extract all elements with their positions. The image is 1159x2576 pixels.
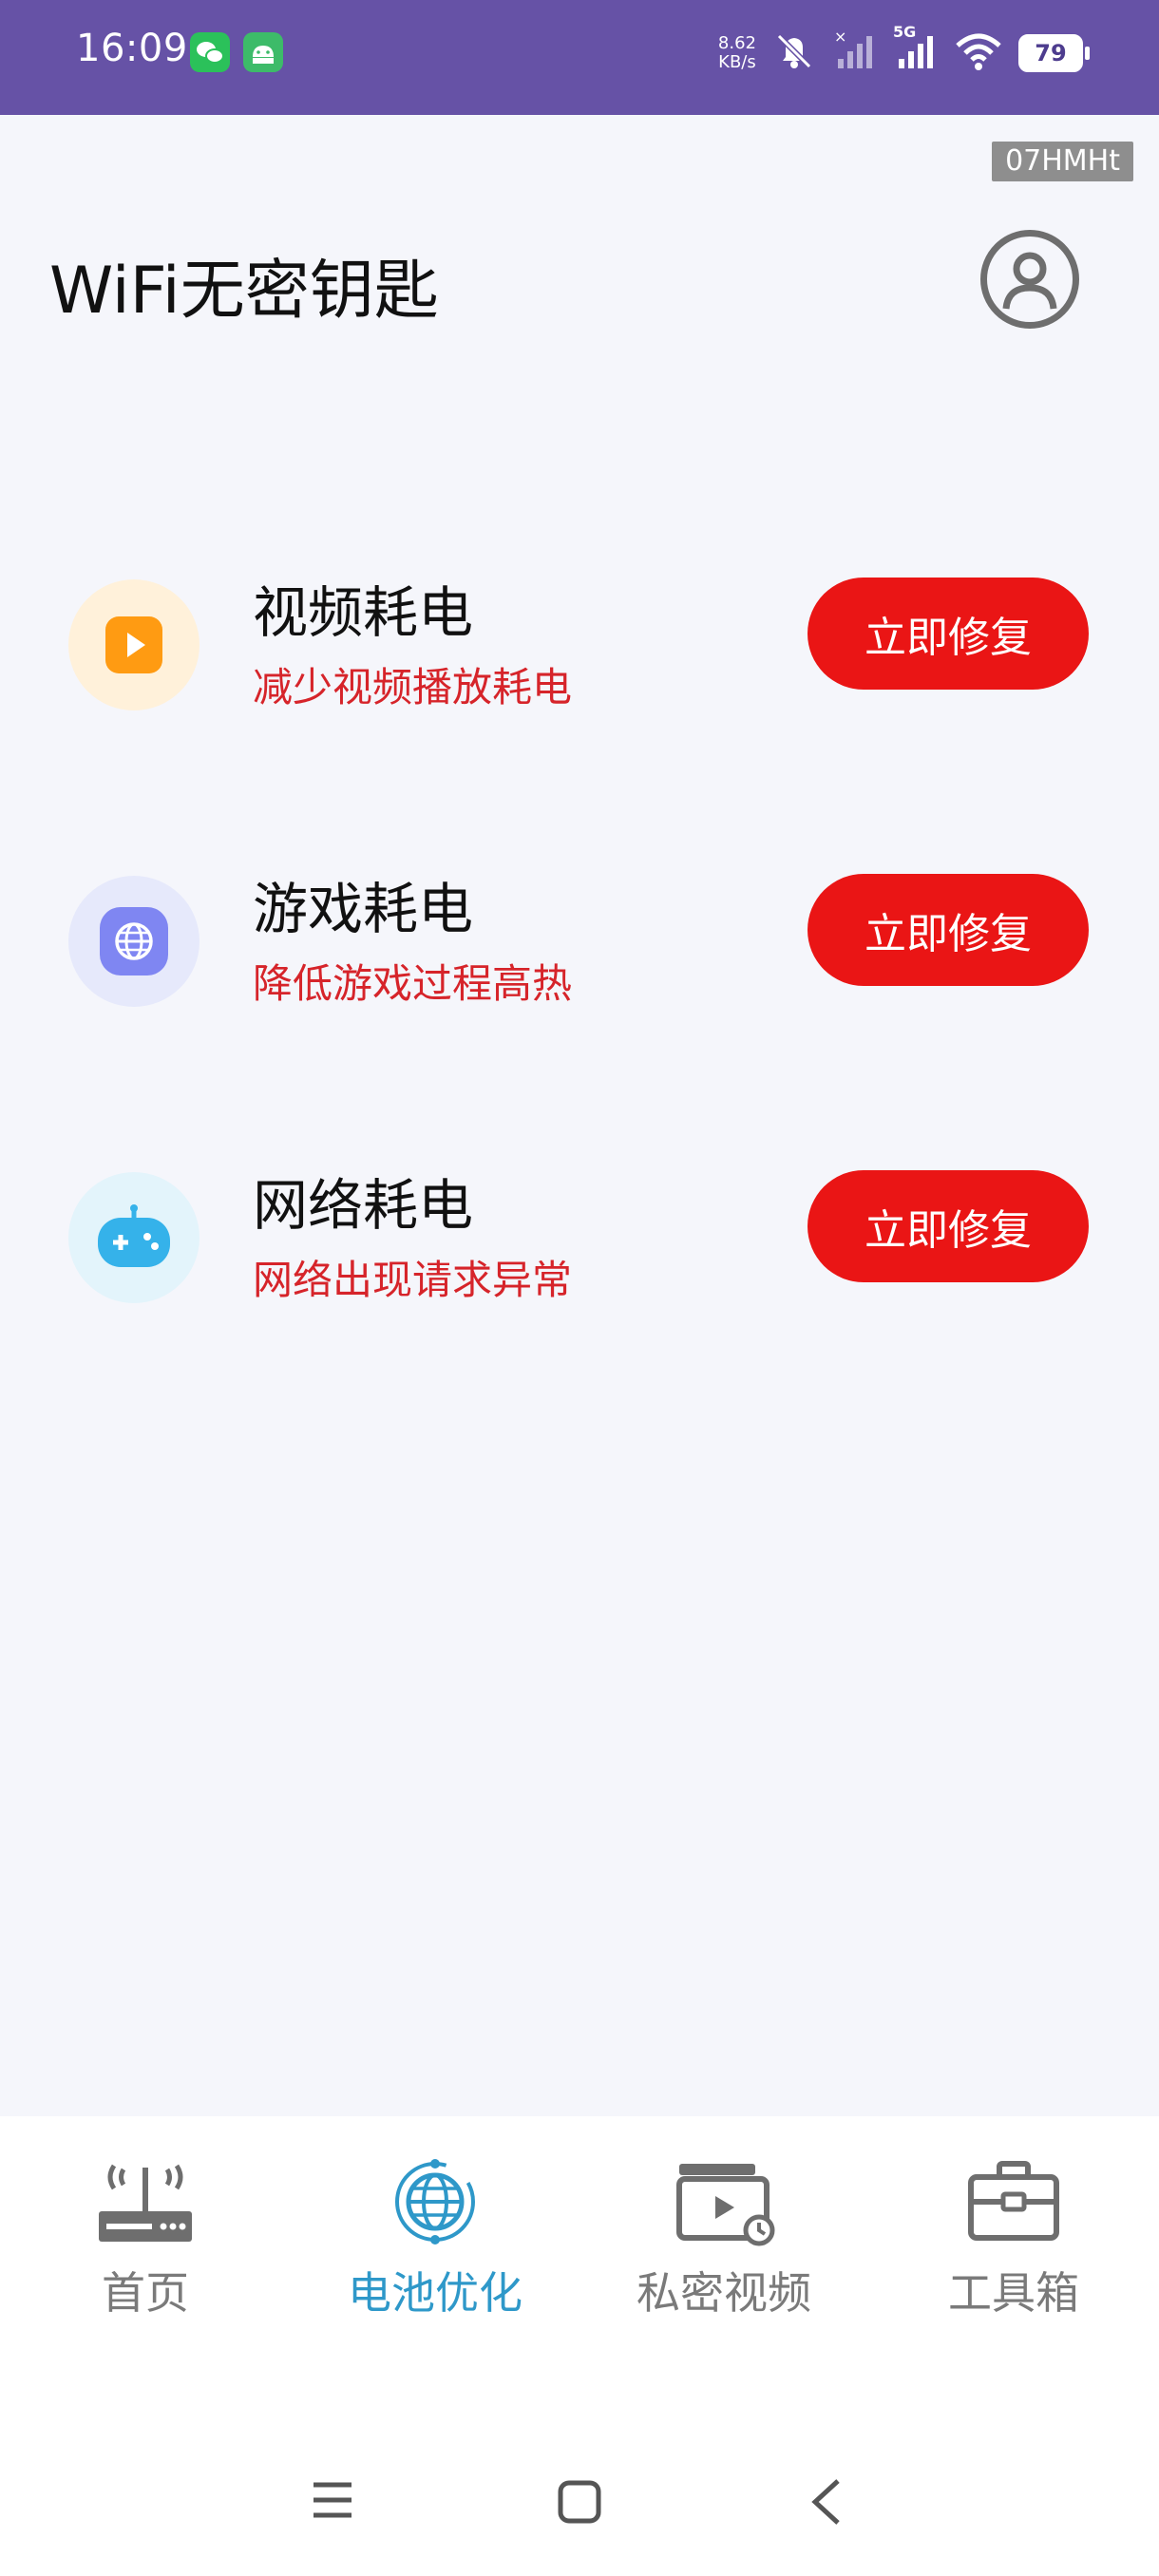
fix-now-button[interactable]: 立即修复 bbox=[808, 1170, 1089, 1282]
signal-5g-icon: 5G bbox=[893, 23, 939, 78]
back-arrow-icon[interactable] bbox=[808, 2477, 846, 2527]
nav-label: 首页 bbox=[102, 2267, 189, 2319]
system-navigation-bar bbox=[0, 2470, 1159, 2546]
page-title: WiFi无密钥匙 bbox=[49, 254, 439, 329]
mute-bell-icon bbox=[771, 28, 817, 78]
router-icon bbox=[99, 2164, 192, 2242]
user-icon bbox=[1002, 252, 1057, 310]
globe-icon bbox=[395, 2159, 475, 2245]
signal-sim1-icon: × bbox=[832, 28, 878, 78]
profile-button[interactable] bbox=[980, 230, 1079, 329]
svg-text:×: × bbox=[834, 28, 846, 46]
android-notification-icon bbox=[243, 32, 283, 72]
globe-icon bbox=[100, 907, 168, 975]
item-subtitle: 减少视频播放耗电 bbox=[253, 664, 573, 710]
network-speed: 8.62 KB/s bbox=[718, 34, 756, 72]
gamepad-icon bbox=[98, 1204, 170, 1267]
nav-tab-home[interactable]: 首页 bbox=[12, 2154, 278, 2321]
list-item-video-power: 视频耗电 减少视频播放耗电 立即修复 bbox=[0, 568, 1159, 720]
fix-now-button[interactable]: 立即修复 bbox=[808, 874, 1089, 986]
nav-label: 工具箱 bbox=[948, 2267, 1079, 2319]
menu-icon[interactable] bbox=[310, 2479, 355, 2521]
item-title: 网络耗电 bbox=[253, 1173, 474, 1238]
nav-tab-toolbox[interactable]: 工具箱 bbox=[881, 2154, 1147, 2321]
item-icon-circle bbox=[68, 876, 200, 1007]
status-right-group: 8.62 KB/s × 5G 79 bbox=[718, 23, 1090, 82]
item-subtitle: 降低游戏过程高热 bbox=[253, 960, 573, 1007]
video-folder-icon bbox=[676, 2164, 775, 2246]
network-speed-value: 8.62 bbox=[717, 33, 756, 53]
device-tag-badge: 07HMHt bbox=[992, 142, 1133, 181]
video-icon bbox=[105, 616, 162, 673]
network-speed-unit: KB/s bbox=[718, 52, 756, 72]
home-square-icon[interactable] bbox=[557, 2479, 602, 2525]
nav-label: 电池优化 bbox=[348, 2267, 522, 2319]
nav-label: 私密视频 bbox=[636, 2267, 811, 2319]
nav-tab-private-video[interactable]: 私密视频 bbox=[591, 2154, 857, 2321]
list-item-game-power: 游戏耗电 降低游戏过程高热 立即修复 bbox=[0, 864, 1159, 1016]
wechat-notification-icon bbox=[190, 32, 230, 72]
item-icon-circle bbox=[68, 579, 200, 710]
battery-indicator: 79 bbox=[1018, 34, 1090, 72]
item-title: 游戏耗电 bbox=[253, 877, 474, 941]
wifi-icon bbox=[954, 30, 1003, 76]
item-icon-circle bbox=[68, 1172, 200, 1303]
status-time: 16:09 bbox=[76, 27, 188, 70]
toolbox-icon bbox=[968, 2161, 1059, 2241]
network-type: 5G bbox=[893, 23, 917, 41]
fix-now-button[interactable]: 立即修复 bbox=[808, 578, 1089, 690]
nav-tab-battery-optimize[interactable]: 电池优化 bbox=[302, 2154, 568, 2321]
status-bar: 16:09 8.62 KB/s × 5G 79 bbox=[0, 0, 1159, 115]
list-item-network-power: 网络耗电 网络出现请求异常 立即修复 bbox=[0, 1161, 1159, 1313]
item-title: 视频耗电 bbox=[253, 580, 474, 645]
item-subtitle: 网络出现请求异常 bbox=[253, 1257, 573, 1303]
